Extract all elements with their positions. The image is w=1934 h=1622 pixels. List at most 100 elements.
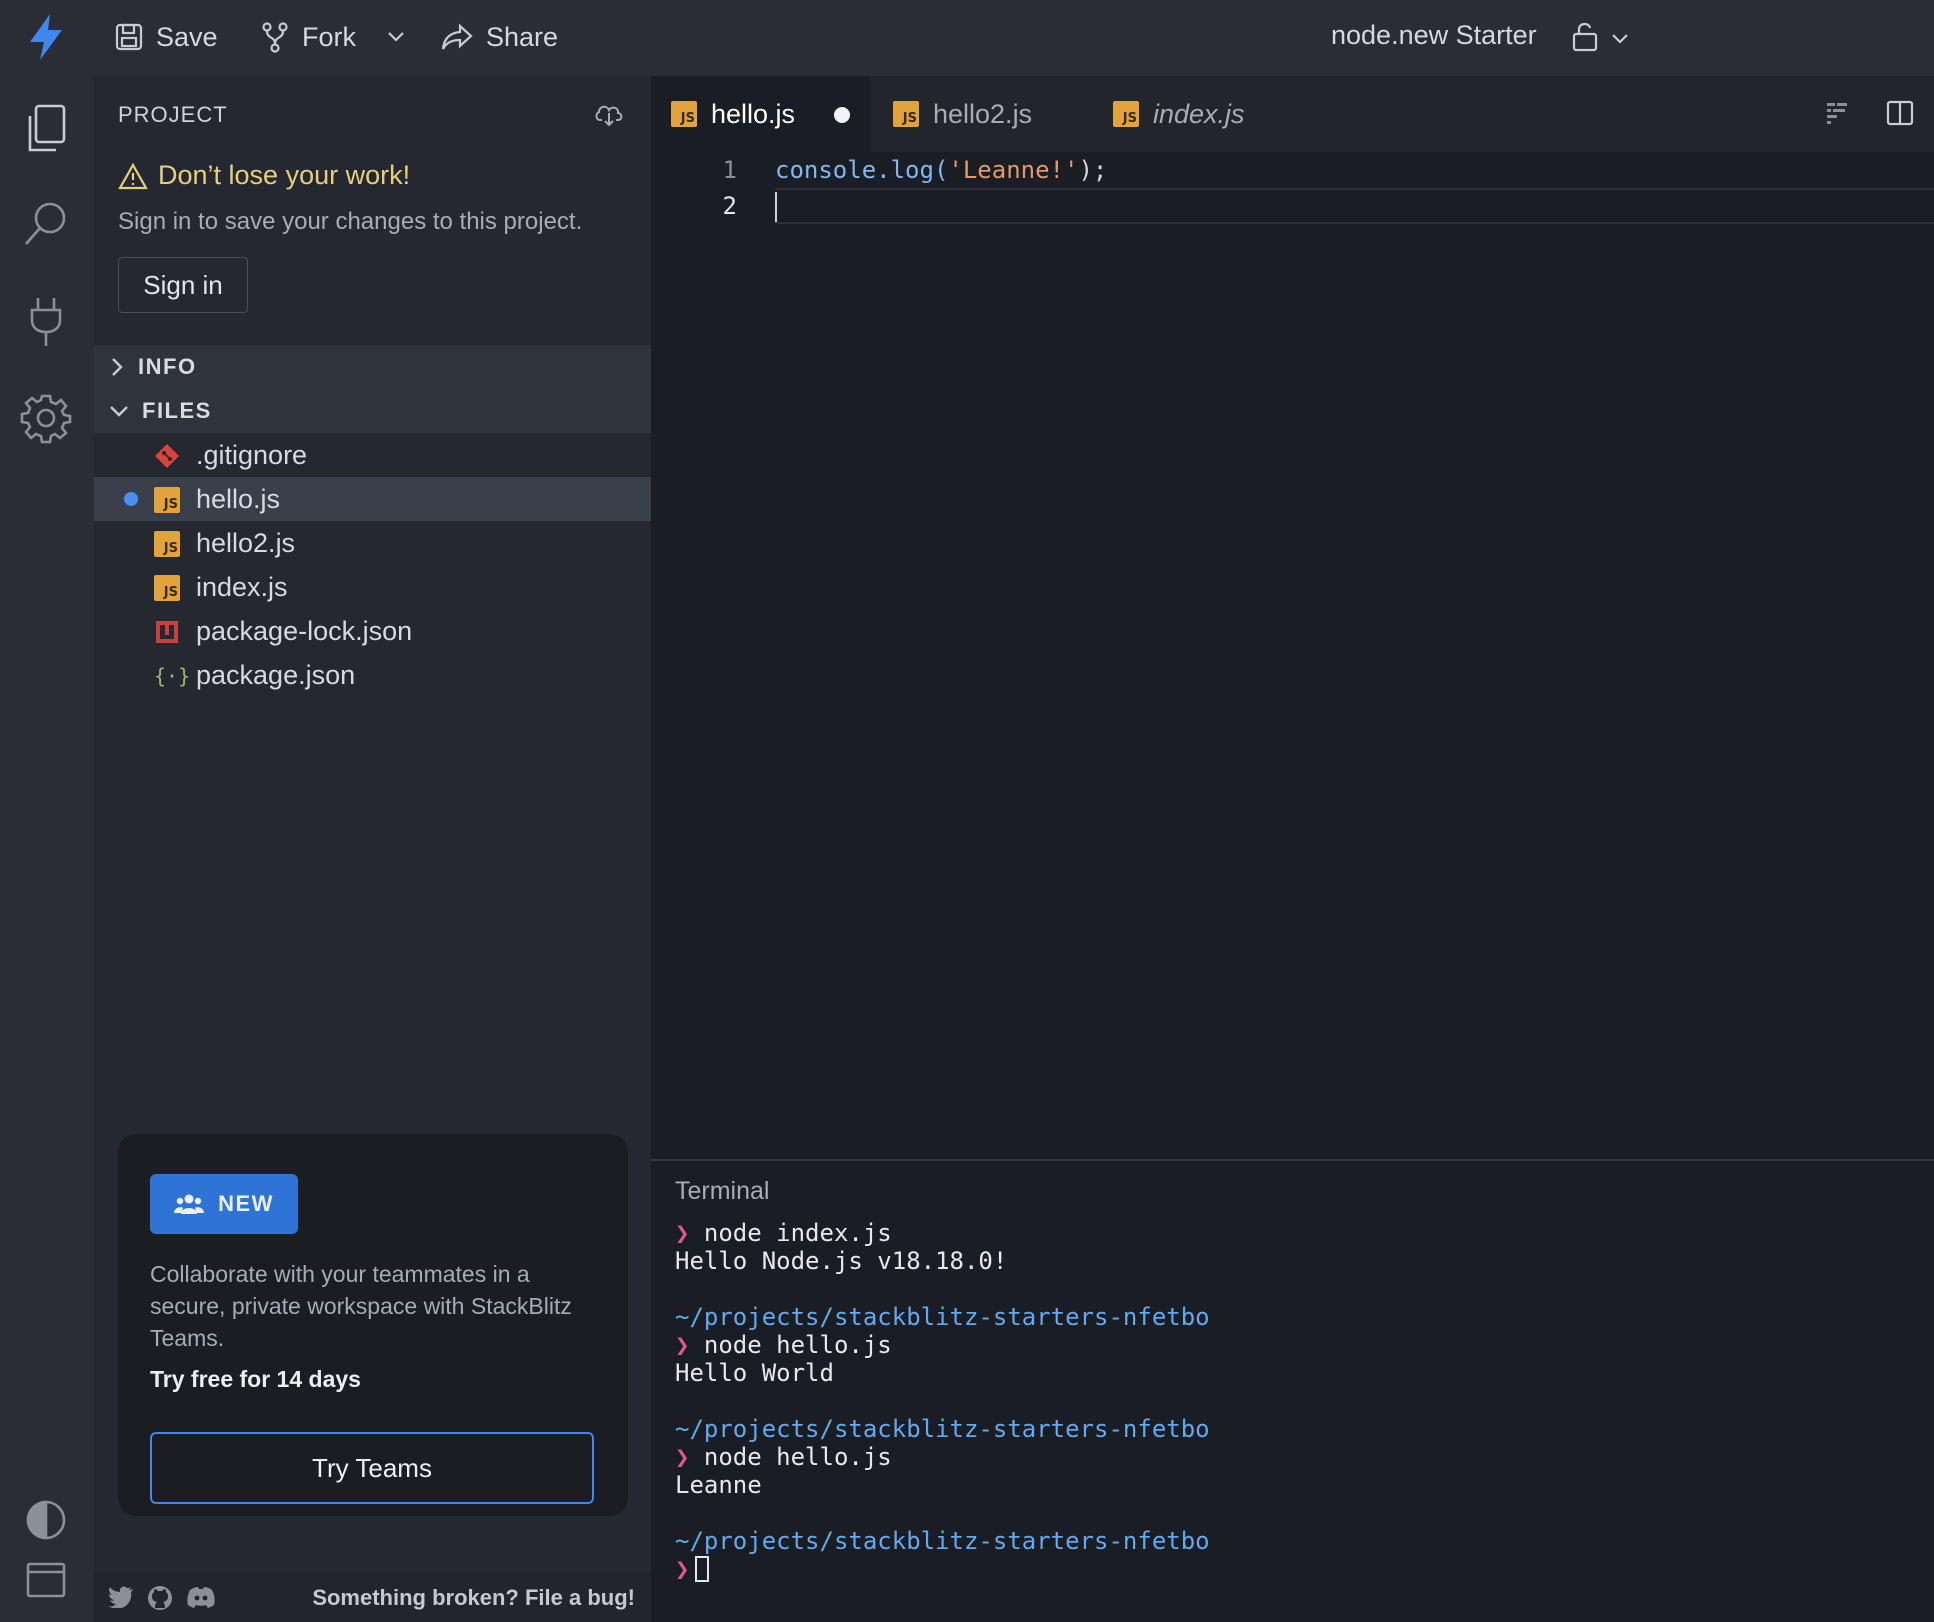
terminal-path-line: ~/projects/stackblitz-starters-nfetbo <box>675 1527 1210 1555</box>
tab-index-js[interactable]: JS index.js <box>1091 76 1311 152</box>
sidebar-footer: Something broken? File a bug! <box>94 1572 651 1622</box>
file-item-package-lock-json[interactable]: package-lock.json <box>94 609 651 653</box>
activity-bar <box>0 76 94 1622</box>
save-button[interactable]: Save <box>114 14 218 60</box>
code-editor[interactable] <box>651 152 1934 1159</box>
terminal-input-line[interactable]: ❯ <box>675 1555 710 1583</box>
fork-button[interactable]: Fork <box>260 14 356 60</box>
js-icon: JS <box>154 575 180 601</box>
top-bar: Save Fork Share node.new Starter <box>0 0 1934 76</box>
prettier-format-icon[interactable] <box>1825 100 1849 128</box>
cloud-download-icon[interactable] <box>594 102 624 128</box>
file-item-gitignore[interactable]: .gitignore <box>94 433 651 477</box>
stackblitz-logo-icon[interactable] <box>26 12 66 62</box>
project-title[interactable]: node.new Starter <box>1331 20 1537 51</box>
teams-description: Collaborate with your teammates in a sec… <box>150 1261 572 1351</box>
terminal-command: node index.js <box>703 1219 892 1247</box>
gear-icon[interactable] <box>20 392 72 444</box>
file-item-index-js[interactable]: JS index.js <box>94 565 651 609</box>
json-icon: {·} <box>154 664 191 688</box>
twitter-icon[interactable] <box>108 1586 134 1608</box>
terminal-path-line: ~/projects/stackblitz-starters-nfetbo <box>675 1303 1210 1331</box>
share-button[interactable]: Share <box>440 14 558 60</box>
prompt-symbol: ❯ <box>675 1555 690 1583</box>
file-name: index.js <box>196 572 288 602</box>
share-icon <box>440 22 474 52</box>
unlock-icon[interactable] <box>1570 20 1600 52</box>
terminal-command: node hello.js <box>703 1331 892 1359</box>
save-icon <box>114 22 144 52</box>
file-name: hello.js <box>196 484 281 514</box>
file-name: .gitignore <box>196 440 308 470</box>
teams-free-trial: Try free for 14 days <box>150 1366 361 1392</box>
terminal-command: node hello.js <box>703 1443 892 1471</box>
tab-label: index.js <box>1153 98 1245 129</box>
file-name: hello2.js <box>196 528 296 558</box>
terminal-output-line: Hello World <box>675 1359 834 1387</box>
new-badge-label: NEW <box>218 1191 274 1216</box>
share-label: Share <box>486 21 559 52</box>
file-bug-link[interactable]: Something broken? File a bug! <box>312 1585 635 1611</box>
terminal-output-line: Hello Node.js v18.18.0! <box>675 1247 1008 1275</box>
editor-area: JS hello.js JS hello2.js JS index.js 1 2… <box>651 76 1934 1159</box>
warning-title: Don’t lose your work! <box>158 160 411 190</box>
info-section-label: INFO <box>138 354 197 379</box>
file-name: package-lock.json <box>196 616 413 646</box>
split-editor-icon[interactable] <box>1885 98 1915 128</box>
terminal-command-line: ❯ node hello.js <box>675 1331 892 1359</box>
warning-icon <box>118 162 148 190</box>
users-icon <box>174 1193 205 1215</box>
fork-dropdown-chevron-down-icon[interactable] <box>386 26 406 46</box>
warning-subtitle: Sign in to save your changes to this pro… <box>118 208 583 235</box>
fork-label: Fork <box>302 21 356 52</box>
prompt-symbol: ❯ <box>675 1331 690 1359</box>
teams-promo-card: NEW Collaborate with your teammates in a… <box>118 1134 628 1516</box>
file-item-hello-js[interactable]: JS hello.js <box>94 477 651 521</box>
visibility-chevron-down-icon[interactable] <box>1610 28 1630 48</box>
prompt-symbol: ❯ <box>675 1443 690 1471</box>
sidebar-header: PROJECT <box>118 102 228 127</box>
unsaved-dot-icon[interactable] <box>834 107 850 123</box>
github-icon[interactable] <box>146 1584 174 1612</box>
file-item-hello2-js[interactable]: JS hello2.js <box>94 521 651 565</box>
terminal-output-line: Leanne <box>675 1471 762 1499</box>
chevron-right-icon <box>108 356 126 378</box>
chevron-down-icon <box>108 402 130 420</box>
js-icon: JS <box>893 101 919 127</box>
files-section-header[interactable]: FILES <box>94 389 651 433</box>
sidebar: PROJECT Don’t lose your work! Sign in to… <box>94 76 651 1622</box>
save-warning: Don’t lose your work! <box>118 160 410 191</box>
sign-in-button[interactable]: Sign in <box>118 257 248 313</box>
plug-icon[interactable] <box>20 294 72 346</box>
theme-toggle-icon[interactable] <box>20 1494 72 1546</box>
tab-label: hello2.js <box>933 98 1033 129</box>
terminal-command-line: ❯ node hello.js <box>675 1443 892 1471</box>
js-icon: JS <box>154 487 180 513</box>
tab-hello-js[interactable]: JS hello.js <box>651 76 871 152</box>
tab-label: hello.js <box>711 98 796 129</box>
tab-hello2-js[interactable]: JS hello2.js <box>871 76 1091 152</box>
prompt-symbol: ❯ <box>675 1219 690 1247</box>
terminal-path-line: ~/projects/stackblitz-starters-nfetbo <box>675 1415 1210 1443</box>
git-icon <box>154 443 180 469</box>
info-section-header[interactable]: INFO <box>94 345 651 389</box>
npm-icon <box>154 619 180 645</box>
file-item-package-json[interactable]: {·} package.json <box>94 653 651 697</box>
js-icon: JS <box>671 101 697 127</box>
discord-icon[interactable] <box>186 1586 216 1608</box>
terminal-panel[interactable]: Terminal ❯ node index.js Hello Node.js v… <box>651 1159 1934 1622</box>
file-name: package.json <box>196 660 356 690</box>
new-badge: NEW <box>150 1174 298 1234</box>
terminal-command-line: ❯ node index.js <box>675 1219 892 1247</box>
try-teams-button[interactable]: Try Teams <box>150 1432 594 1504</box>
panel-layout-icon[interactable] <box>20 1554 72 1606</box>
js-icon: JS <box>154 531 180 557</box>
terminal-cursor <box>695 1556 710 1582</box>
modified-dot-icon <box>124 492 138 506</box>
files-section-label: FILES <box>142 398 212 423</box>
js-icon: JS <box>1113 101 1139 127</box>
explorer-files-icon[interactable] <box>20 102 72 154</box>
search-icon[interactable] <box>20 198 72 250</box>
terminal-title: Terminal <box>675 1177 770 1205</box>
fork-icon <box>260 21 290 53</box>
